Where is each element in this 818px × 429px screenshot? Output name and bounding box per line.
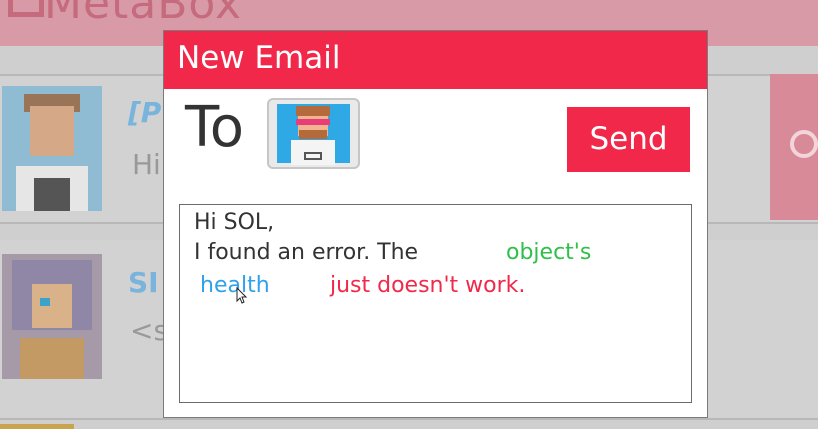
dialog-header: New Email <box>164 31 707 89</box>
message-token-property[interactable]: health <box>200 273 270 298</box>
inbox-row-sender: [P <box>128 96 162 129</box>
inbox-row-edge <box>0 424 74 429</box>
avatar <box>2 86 102 211</box>
message-text: I found an error. The <box>194 240 419 265</box>
dialog-title: New Email <box>177 40 341 76</box>
message-greeting: Hi SOL, <box>194 210 275 235</box>
inbox-row-sender: SI <box>128 266 159 299</box>
side-card <box>770 74 818 220</box>
message-body-editor[interactable]: Hi SOL, I found an error. The object's h… <box>179 204 692 403</box>
new-email-dialog: New Email To Send Hi SOL, I found an err… <box>163 30 708 418</box>
to-label: To <box>185 95 244 160</box>
inbox-title: MetaBox <box>44 0 243 29</box>
inbox-row-preview: Hi <box>132 148 161 181</box>
message-token-object[interactable]: object's <box>506 240 591 265</box>
side-card-icon <box>790 130 818 158</box>
mouse-cursor-icon <box>236 287 248 304</box>
inbox-logo-icon <box>8 0 44 17</box>
message-token-issue[interactable]: just doesn't work. <box>330 273 525 298</box>
recipient-avatar[interactable] <box>267 98 360 169</box>
send-button[interactable]: Send <box>567 107 690 172</box>
avatar <box>2 254 102 379</box>
